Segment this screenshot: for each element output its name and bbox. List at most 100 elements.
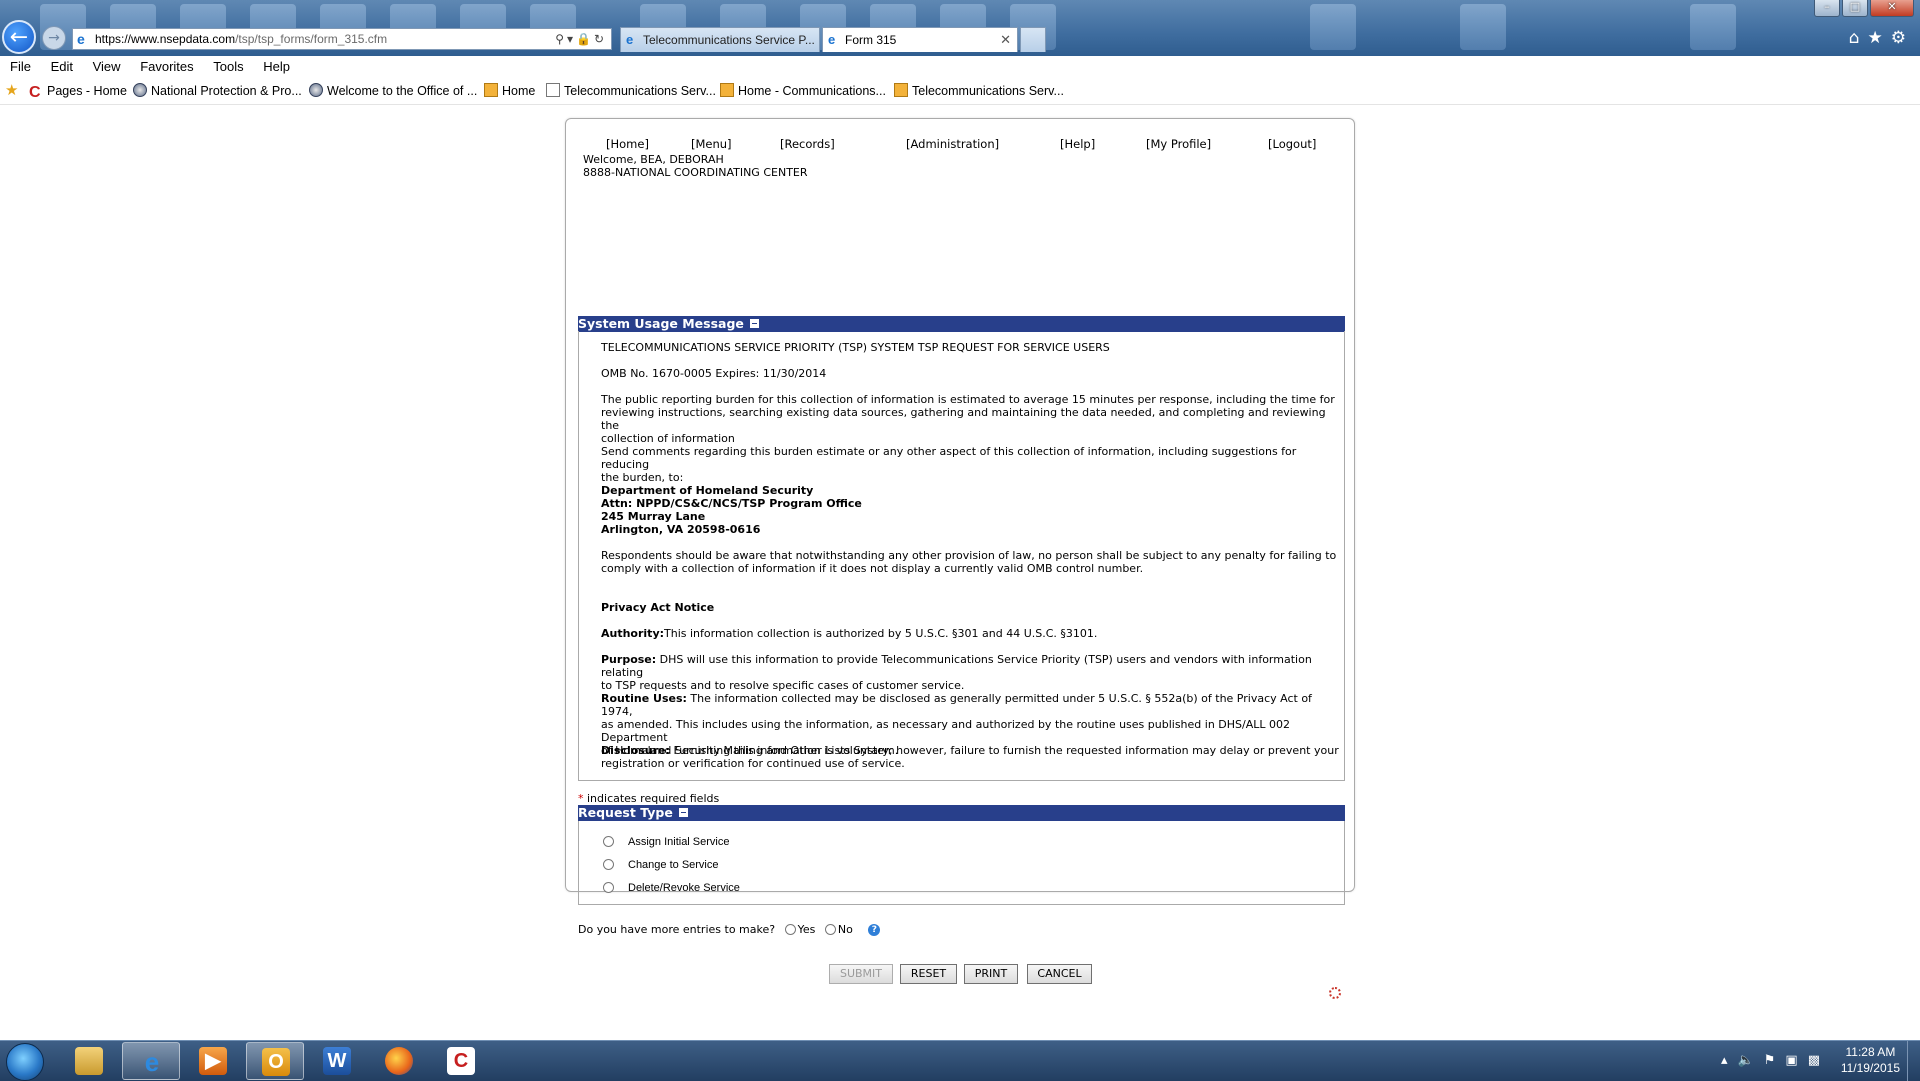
system-usage-header[interactable]: System Usage Message [578, 316, 1345, 332]
option-delete-revoke[interactable]: Delete/Revoke Service [603, 881, 740, 895]
word-icon: W [323, 1047, 351, 1075]
maximize-icon[interactable]: □ [1842, 0, 1868, 17]
nav-home[interactable]: [Home] [606, 137, 649, 151]
purpose-label: Purpose: [601, 653, 657, 666]
nav-help[interactable]: [Help] [1060, 137, 1095, 151]
favorite-label: Telecommunications Serv... [564, 84, 716, 98]
radio-no[interactable] [824, 924, 836, 935]
radio-delete-revoke[interactable] [603, 882, 614, 893]
favorites-bar: ★ C Pages - Home National Protection & Pr… [0, 78, 1920, 105]
display-icon[interactable]: ▩ [1808, 1053, 1830, 1068]
taskbar-explorer[interactable] [60, 1042, 118, 1080]
gear-icon[interactable]: ⚙ [1891, 28, 1914, 48]
menu-view[interactable]: View [93, 56, 121, 78]
option-assign-initial[interactable]: Assign Initial Service [603, 835, 730, 849]
close-window-icon[interactable]: ✕ [1870, 0, 1914, 17]
media-player-icon: ▶ [199, 1047, 227, 1075]
favorite-item[interactable]: Telecommunications Serv... [546, 78, 716, 104]
radio-yes[interactable] [784, 924, 796, 935]
close-tab-icon[interactable]: ✕ [1000, 28, 1011, 52]
nav-logout[interactable]: [Logout] [1268, 137, 1316, 151]
favorite-item[interactable]: C Pages - Home [29, 78, 127, 104]
welcome-user: Welcome, BEA, DEBORAH [583, 153, 724, 166]
minimize-icon[interactable]: – [1814, 0, 1840, 17]
favorite-label: Welcome to the Office of ... [327, 84, 478, 98]
purpose-text: DHS will use this information to provide… [601, 653, 1312, 679]
more-entries-label: Do you have more entries to make? [578, 923, 776, 936]
favorites-star-icon[interactable]: ★ [5, 78, 18, 104]
omb-number: OMB No. 1670-0005 Expires: 11/30/2014 [601, 367, 827, 380]
cancel-button[interactable]: CANCEL [1027, 964, 1092, 984]
section-title: System Usage Message [578, 316, 744, 331]
start-button[interactable] [6, 1043, 44, 1081]
request-type-header[interactable]: Request Type [578, 805, 1345, 821]
purpose-paragraph: Purpose: DHS will use this information t… [601, 653, 1341, 692]
favorite-item[interactable]: Welcome to the Office of ... [309, 78, 477, 104]
collapse-icon[interactable] [678, 808, 688, 817]
nav-my-profile[interactable]: [My Profile] [1146, 137, 1211, 151]
nav-records[interactable]: [Records] [780, 137, 835, 151]
menu-tools[interactable]: Tools [213, 56, 243, 78]
url-text: https://www.nsepdata.com/tsp/tsp_forms/f… [95, 29, 387, 49]
taskbar-word[interactable]: W [308, 1042, 366, 1080]
respondents-paragraph: Respondents should be aware that notwith… [601, 549, 1341, 575]
home-icon[interactable]: ⌂ [1849, 28, 1868, 48]
tab-telecommunications[interactable]: e Telecommunications Service P... [620, 27, 820, 52]
submit-button[interactable]: SUBMIT [829, 964, 893, 984]
address-line: 245 Murray Lane [601, 510, 706, 523]
taskbar-c-app[interactable]: C [432, 1042, 490, 1080]
menu-favorites[interactable]: Favorites [140, 56, 193, 78]
favorite-item[interactable]: Home - Communications... [720, 78, 886, 104]
radio-change-service[interactable] [603, 859, 614, 870]
authority-paragraph: Authority:This information collection is… [601, 627, 1341, 640]
help-question-icon[interactable]: ? [868, 924, 881, 936]
forward-arrow-icon[interactable]: → [42, 26, 66, 50]
tab-label: Telecommunications Service P... [643, 33, 815, 47]
address-controls-icon[interactable]: ⚲▾🔒↻ [555, 29, 607, 49]
favorite-item[interactable]: Telecommunications Serv... [894, 78, 1064, 104]
url-path: /tsp/tsp_forms/form_315.cfm [235, 32, 388, 46]
tab-form-315[interactable]: e Form 315 ✕ [822, 27, 1018, 52]
menu-bar: File Edit View Favorites Tools Help [0, 56, 1920, 78]
favorite-item[interactable]: National Protection & Pro... [133, 78, 302, 104]
show-desktop-button[interactable] [1907, 1041, 1920, 1081]
disclosure-line: registration or verification for continu… [601, 757, 905, 770]
nav-administration[interactable]: [Administration] [906, 137, 999, 151]
favorite-label: Telecommunications Serv... [912, 84, 1064, 98]
volume-icon[interactable]: 🔈 [1738, 1053, 1764, 1068]
new-tab-button[interactable] [1020, 27, 1046, 52]
address-bar[interactable]: e https://www.nsepdata.com/tsp/tsp_forms… [72, 28, 612, 50]
flag-icon[interactable]: ⚑ [1764, 1053, 1786, 1068]
nav-menu[interactable]: [Menu] [691, 137, 732, 151]
network-icon[interactable]: ▣ [1785, 1053, 1807, 1068]
usage-heading: TELECOMMUNICATIONS SERVICE PRIORITY (TSP… [601, 341, 1110, 354]
favorites-star-icon[interactable]: ★ [1868, 28, 1891, 48]
print-button[interactable]: PRINT [964, 964, 1018, 984]
favorite-label: National Protection & Pro... [151, 84, 302, 98]
back-arrow-icon[interactable]: ← [2, 20, 36, 54]
page-icon [720, 83, 734, 97]
taskbar-firefox[interactable] [370, 1042, 428, 1080]
taskbar-media-player[interactable]: ▶ [184, 1042, 242, 1080]
favorite-item[interactable]: Home [484, 78, 535, 104]
reset-button[interactable]: RESET [900, 964, 957, 984]
ie-icon: e [144, 1047, 160, 1077]
burden-paragraph: The public reporting burden for this col… [601, 393, 1341, 445]
tray-expand-icon[interactable]: ▴ [1721, 1053, 1738, 1068]
collapse-icon[interactable] [749, 319, 759, 328]
welcome-org: 8888-NATIONAL COORDINATING CENTER [583, 166, 808, 179]
taskbar-outlook[interactable]: O [246, 1042, 304, 1080]
browser-right-icons: ⌂★⚙ [1849, 28, 1914, 48]
clock[interactable]: 11:28 AM 11/19/2015 [1841, 1044, 1900, 1076]
menu-help[interactable]: Help [263, 56, 290, 78]
disclosure-text: Furnishing this information is voluntary… [669, 744, 1339, 757]
menu-edit[interactable]: Edit [51, 56, 73, 78]
outlook-icon: O [262, 1048, 290, 1076]
authority-label: Authority: [601, 627, 665, 640]
c-logo-icon: C [447, 1047, 475, 1075]
option-change-service[interactable]: Change to Service [603, 858, 719, 872]
url-host: https://www.nsepdata.com [95, 32, 236, 46]
taskbar-internet-explorer[interactable]: e [122, 1042, 180, 1080]
menu-file[interactable]: File [10, 56, 31, 78]
radio-assign-initial[interactable] [603, 836, 614, 847]
